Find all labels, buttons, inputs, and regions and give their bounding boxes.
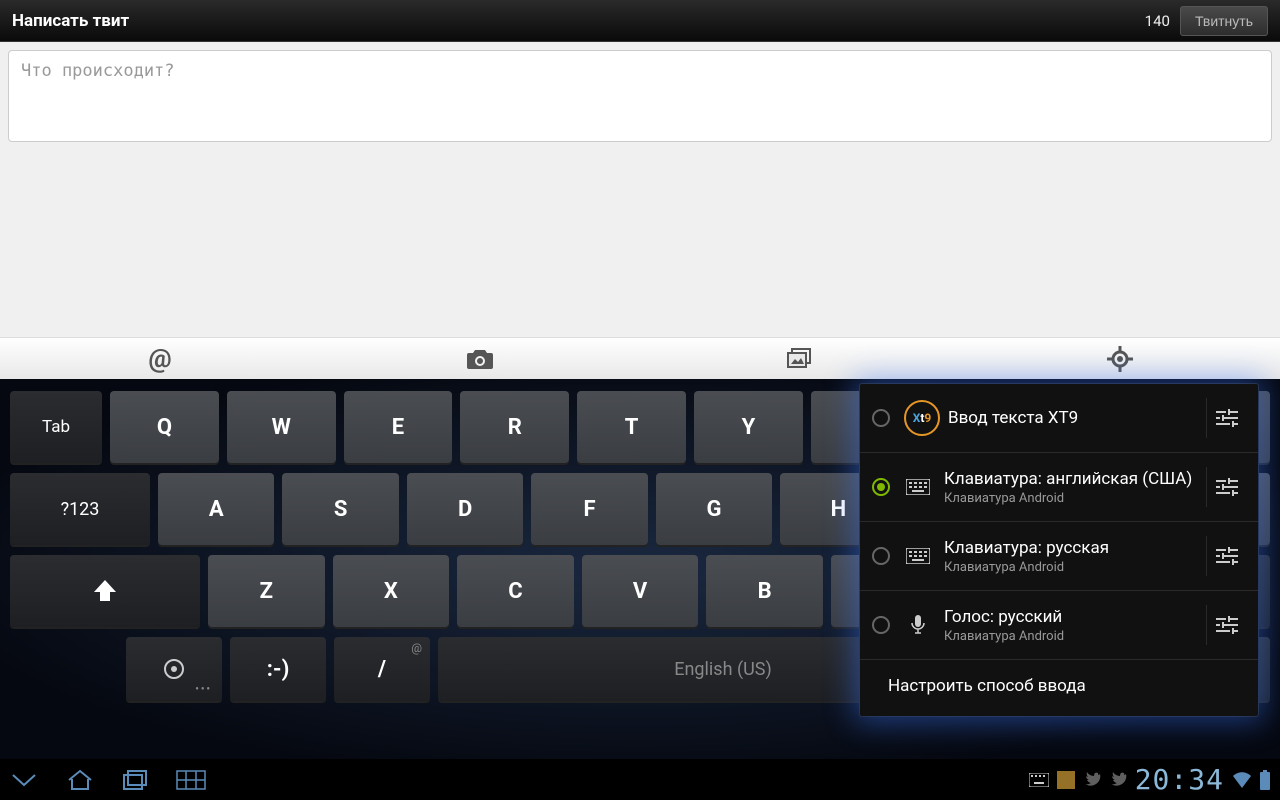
shift-icon	[91, 579, 119, 603]
camera-button[interactable]	[320, 338, 640, 379]
radio-icon	[872, 409, 890, 427]
key-s[interactable]: S	[282, 473, 398, 545]
microphone-icon	[904, 615, 932, 635]
keyboard-small-icon	[1029, 773, 1049, 787]
ime-subtitle: Клавиатура Android	[944, 560, 1198, 575]
battery-icon	[1260, 770, 1270, 790]
key-slash-sup: @	[411, 641, 422, 655]
char-count: 140	[1145, 12, 1170, 30]
key-x[interactable]: X	[333, 555, 450, 627]
notification-icon-3[interactable]	[1109, 760, 1127, 800]
home-icon	[66, 768, 94, 792]
ime-title: Ввод текста XT9	[948, 408, 1198, 428]
wifi-icon	[1232, 771, 1252, 789]
gallery-icon	[786, 347, 814, 371]
key-shift[interactable]	[10, 555, 200, 627]
clock[interactable]: 20:34	[1135, 763, 1224, 796]
key-t[interactable]: T	[577, 391, 686, 463]
key-symbols[interactable]: ?123	[10, 473, 150, 545]
mention-button[interactable]: @	[0, 338, 320, 379]
ime-title: Голос: русский	[944, 607, 1198, 627]
key-w[interactable]: W	[227, 391, 336, 463]
keyboard-icon	[904, 548, 932, 564]
ime-configure-button[interactable]: Настроить способ ввода	[860, 660, 1258, 712]
ime-option-russian[interactable]: Клавиатура: русская Клавиатура Android	[860, 522, 1258, 591]
grid-icon	[176, 770, 206, 790]
location-button[interactable]	[960, 338, 1280, 379]
recent-icon	[122, 769, 148, 791]
bird-icon	[1109, 771, 1127, 789]
ime-option-xt9[interactable]: Xt9 Ввод текста XT9	[860, 384, 1258, 453]
ime-settings-button[interactable]	[1206, 605, 1246, 645]
key-r[interactable]: R	[460, 391, 569, 463]
key-tab[interactable]: Tab	[10, 391, 102, 463]
sliders-icon	[1216, 408, 1238, 428]
key-a[interactable]: A	[158, 473, 274, 545]
notification-icon-2[interactable]	[1083, 760, 1101, 800]
notification-icon-1[interactable]	[1057, 760, 1075, 800]
app-header: Написать твит 140 Твитнуть	[0, 0, 1280, 42]
recent-apps-button[interactable]	[122, 760, 148, 800]
app-notify-icon	[1057, 771, 1075, 789]
gallery-button[interactable]	[640, 338, 960, 379]
key-v[interactable]: V	[582, 555, 699, 627]
sliders-icon	[1216, 546, 1238, 566]
radio-icon	[872, 478, 890, 496]
home-button[interactable]	[66, 760, 94, 800]
keyboard-icon	[904, 479, 932, 495]
key-slash-label: /	[378, 657, 386, 682]
ime-settings-button[interactable]	[1206, 536, 1246, 576]
ime-subtitle: Клавиатура Android	[944, 629, 1198, 644]
key-c[interactable]: C	[457, 555, 574, 627]
ime-option-voice[interactable]: Голос: русский Клавиатура Android	[860, 591, 1258, 660]
radio-icon	[872, 616, 890, 634]
location-icon	[1107, 346, 1133, 372]
ime-option-english[interactable]: Клавиатура: английская (США) Клавиатура …	[860, 453, 1258, 522]
chevron-down-icon	[10, 771, 38, 789]
key-slash[interactable]: @ /	[334, 637, 430, 701]
input-method-popup: Xt9 Ввод текста XT9 Клавиатура: английск…	[860, 384, 1258, 716]
apps-grid-button[interactable]	[176, 760, 206, 800]
tweet-button[interactable]: Твитнуть	[1180, 6, 1268, 36]
keyboard-notification-icon[interactable]	[1029, 760, 1049, 800]
compose-toolbar: @	[0, 337, 1280, 379]
key-q[interactable]: Q	[110, 391, 219, 463]
bird-icon	[1083, 771, 1101, 789]
key-z[interactable]: Z	[208, 555, 325, 627]
back-button[interactable]	[10, 760, 38, 800]
compose-area	[0, 42, 1280, 337]
camera-icon	[465, 347, 495, 371]
at-icon: @	[148, 344, 171, 374]
key-e[interactable]: E	[344, 391, 453, 463]
ime-settings-button[interactable]	[1206, 467, 1246, 507]
ime-title: Клавиатура: русская	[944, 538, 1198, 558]
key-emoji[interactable]: :-)	[230, 637, 326, 701]
gear-icon	[163, 658, 185, 680]
ime-settings-button[interactable]	[1206, 398, 1246, 438]
key-input-settings[interactable]: •••	[126, 637, 222, 701]
ime-title: Клавиатура: английская (США)	[944, 469, 1198, 489]
sliders-icon	[1216, 477, 1238, 497]
ime-subtitle: Клавиатура Android	[944, 491, 1198, 506]
key-y[interactable]: Y	[694, 391, 803, 463]
radio-icon	[872, 547, 890, 565]
system-bar: 20:34	[0, 759, 1280, 800]
sliders-icon	[1216, 615, 1238, 635]
key-d[interactable]: D	[407, 473, 523, 545]
tweet-input[interactable]	[8, 50, 1272, 142]
key-b[interactable]: B	[706, 555, 823, 627]
key-g[interactable]: G	[656, 473, 772, 545]
header-title: Написать твит	[12, 11, 1145, 31]
key-f[interactable]: F	[531, 473, 647, 545]
xt9-icon: Xt9	[904, 400, 940, 436]
